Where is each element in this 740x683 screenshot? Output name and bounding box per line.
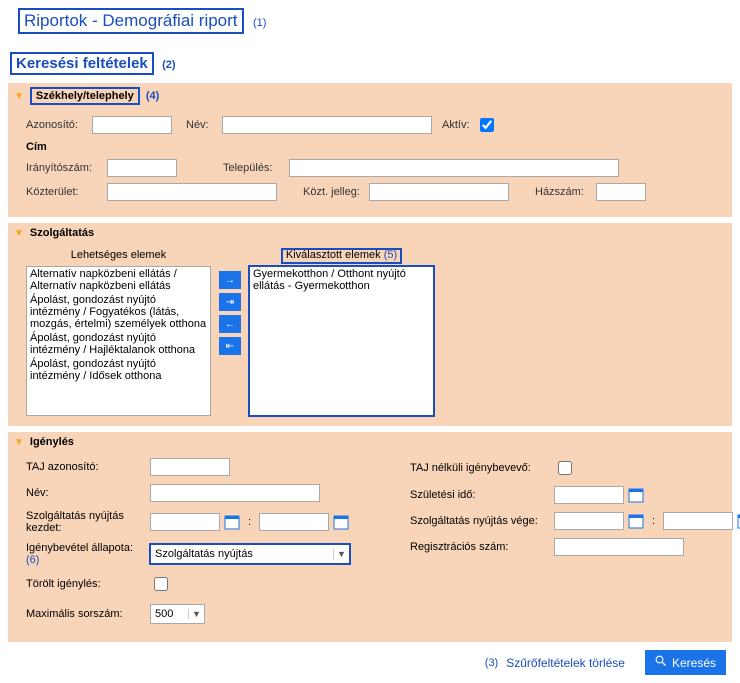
label-iranyitoszam: Irányítószám:: [26, 162, 101, 174]
triangle-icon: ▼: [14, 228, 24, 239]
accordion-igenyles: ▼ Igénylés TAJ azonosító: Név: Szolgálta…: [6, 430, 734, 644]
accordion-szekhely: ▼ Székhely/telephely (4) Azonosító: Név:…: [6, 81, 734, 219]
label-svc-end: Szolgáltatás nyújtás vége:: [410, 515, 550, 527]
annotation-3: (3): [485, 657, 498, 669]
label-notaj: TAJ nélküli igénybevevő:: [410, 462, 550, 474]
label-nev2: Név:: [26, 487, 146, 499]
clear-filters-link[interactable]: Szűrőfeltételek törlése: [506, 656, 625, 670]
checkbox-notaj[interactable]: [558, 461, 572, 475]
calendar-icon[interactable]: [628, 487, 644, 503]
input-telepules[interactable]: [289, 159, 619, 177]
label-lehetseges: Lehetséges elemek: [71, 249, 166, 263]
checkbox-torolt[interactable]: [154, 577, 168, 591]
label-status: Igénybevétel állapota:(6): [26, 542, 146, 566]
accordion-head-igenyles[interactable]: ▼ Igénylés: [8, 432, 732, 452]
calendar-icon[interactable]: [628, 513, 644, 529]
listbox-lehetseges[interactable]: Alternatív napközbeni ellátás / Alternat…: [26, 266, 211, 416]
annotation-1: (1): [253, 17, 266, 29]
checkbox-aktiv[interactable]: [480, 118, 494, 132]
calendar-icon[interactable]: [333, 514, 349, 530]
input-svc-end-to[interactable]: [663, 512, 733, 530]
label-taj: TAJ azonosító:: [26, 461, 146, 473]
annotation-5: (5): [384, 249, 397, 261]
subhead-cim: Cím: [26, 141, 722, 153]
label-telepules: Település:: [223, 162, 283, 174]
accordion-title: Székhely/telephely: [30, 87, 140, 105]
input-kozt-jelleg[interactable]: [369, 183, 509, 201]
chevron-down-icon: ▼: [188, 609, 204, 619]
accordion-title: Igénylés: [30, 436, 74, 448]
label-szuletesi: Születési idő:: [410, 489, 550, 501]
chevron-down-icon: ▼: [333, 549, 349, 559]
input-taj[interactable]: [150, 458, 230, 476]
dropdown-status[interactable]: Szolgáltatás nyújtás▼: [150, 544, 350, 564]
input-kozterulet[interactable]: [107, 183, 277, 201]
accordion-title: Szolgáltatás: [30, 227, 94, 239]
page-title: Riportok - Demográfiai riport (1): [18, 8, 734, 34]
search-button[interactable]: Keresés: [645, 650, 726, 675]
label-svc-start: Szolgáltatás nyújtás kezdet:: [26, 510, 146, 534]
input-svc-end-from[interactable]: [554, 512, 624, 530]
move-all-left-button[interactable]: ⇤: [219, 337, 241, 355]
input-reg[interactable]: [554, 538, 684, 556]
triangle-icon: ▼: [14, 91, 24, 102]
label-nev: Név:: [186, 119, 216, 131]
search-icon: [655, 655, 667, 670]
label-kozt-jelleg: Közt. jelleg:: [303, 186, 363, 198]
label-hazszam: Házszám:: [535, 186, 590, 198]
list-item[interactable]: Gyermekotthon / Otthont nyújtó ellátás -…: [250, 267, 433, 293]
input-nev2[interactable]: [150, 484, 320, 502]
input-szuletesi[interactable]: [554, 486, 624, 504]
input-nev[interactable]: [222, 116, 432, 134]
annotation-6: (6): [26, 554, 39, 566]
section-title: Keresési feltételek (2): [10, 52, 734, 75]
input-svc-start-from[interactable]: [150, 513, 220, 531]
dropdown-max[interactable]: 500▼: [150, 604, 205, 624]
accordion-head-szolgaltatas[interactable]: ▼ Szolgáltatás: [8, 223, 732, 243]
list-item[interactable]: Ápolást, gondozást nyújtó intézmény / Id…: [27, 357, 210, 383]
move-all-right-button[interactable]: ⇥: [219, 293, 241, 311]
list-item[interactable]: Ápolást, gondozást nyújtó intézmény / Fo…: [27, 293, 210, 331]
annotation-2: (2): [162, 59, 175, 71]
label-reg: Regisztrációs szám:: [410, 541, 550, 553]
accordion-szolgaltatas: ▼ Szolgáltatás Lehetséges elemek Alterna…: [6, 221, 734, 428]
list-item[interactable]: Ápolást, gondozást nyújtó intézmény / Ha…: [27, 331, 210, 357]
input-azonosito[interactable]: [92, 116, 172, 134]
label-aktiv: Aktív:: [442, 119, 470, 131]
calendar-icon[interactable]: [224, 514, 240, 530]
input-hazszam[interactable]: [596, 183, 646, 201]
label-torolt: Törölt igénylés:: [26, 578, 146, 590]
label-kozterulet: Közterület:: [26, 186, 101, 198]
list-item[interactable]: Alternatív napközbeni ellátás / Alternat…: [27, 267, 210, 293]
annotation-4: (4): [146, 90, 159, 102]
input-iranyitoszam[interactable]: [107, 159, 177, 177]
label-kivalasztott: Kiválasztott elemek (5): [282, 249, 401, 263]
listbox-kivalasztott[interactable]: Gyermekotthon / Otthont nyújtó ellátás -…: [249, 266, 434, 416]
input-svc-start-to[interactable]: [259, 513, 329, 531]
accordion-head-szekhely[interactable]: ▼ Székhely/telephely (4): [8, 83, 732, 109]
triangle-icon: ▼: [14, 437, 24, 448]
label-azonosito: Azonosító:: [26, 119, 86, 131]
move-left-button[interactable]: ←: [219, 315, 241, 333]
move-right-button[interactable]: →: [219, 271, 241, 289]
